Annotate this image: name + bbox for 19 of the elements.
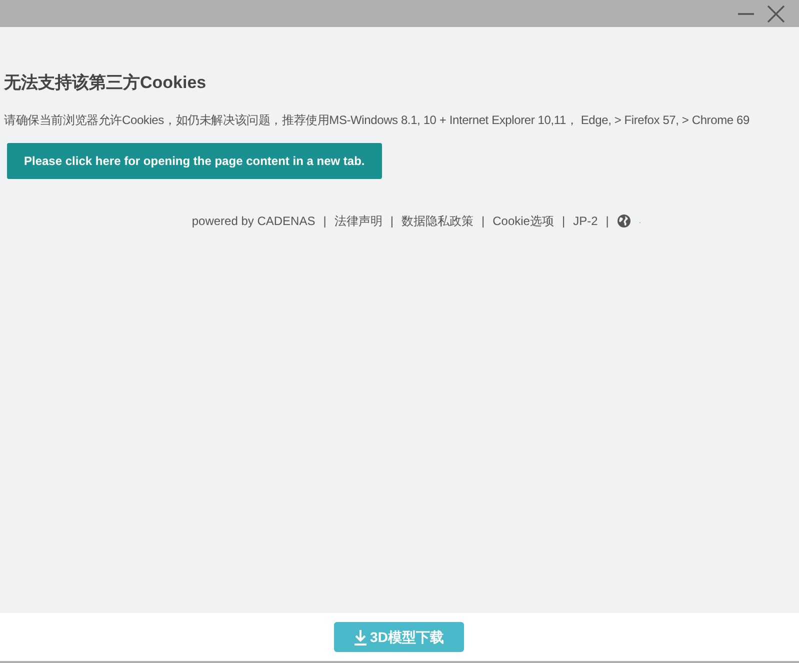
separator: | (606, 213, 609, 230)
separator: | (562, 213, 566, 230)
minimize-icon (738, 12, 754, 14)
open-new-tab-button[interactable]: Please click here for opening the page content in a new tab. (7, 143, 382, 180)
message-title: 无法支持该第三方Cookies (4, 73, 208, 94)
footer-link[interactable]: 法律声明 (334, 212, 382, 230)
separator: | (323, 213, 326, 230)
footer-link[interactable]: JP-2 (573, 212, 598, 230)
separator: | (481, 213, 485, 230)
download-icon (353, 628, 368, 646)
close-icon (767, 4, 785, 22)
footer-link[interactable]: Cookie选项 (492, 212, 554, 230)
separator: | (390, 213, 394, 230)
powered-by-text: powered by CADENAS (192, 213, 316, 230)
trailing-dot: . (638, 215, 642, 228)
globe-icon[interactable] (616, 214, 631, 228)
close-button[interactable] (767, 4, 785, 22)
message-description: 请确保当前浏览器允许Cookies，如仍未解决该问题，推荐使用MS-Windows 8.1, 10 + Internet Explorer 10,11， Edge, > Firefox 57, > Chrome 69 (4, 112, 750, 130)
footer-link[interactable]: 数据隐私政策 (401, 212, 474, 230)
